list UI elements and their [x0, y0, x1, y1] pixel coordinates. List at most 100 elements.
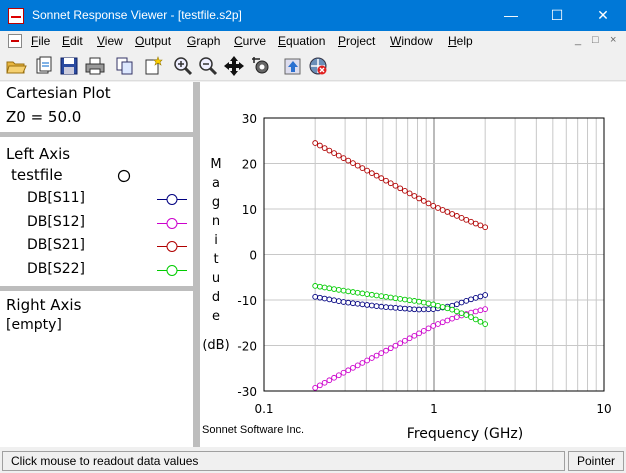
- data-point: [392, 295, 399, 302]
- menu-curve[interactable]: Curve: [234, 34, 266, 48]
- mdi-restore-button[interactable]: □: [592, 34, 599, 46]
- y-axis-label-letter: e: [212, 309, 220, 324]
- curve-label-s22[interactable]: DB[S22]: [27, 261, 85, 277]
- data-point: [449, 211, 455, 217]
- print-icon[interactable]: [84, 55, 106, 77]
- data-point: [397, 296, 404, 302]
- data-point: [354, 300, 361, 307]
- data-point: [444, 317, 451, 324]
- data-point: [317, 142, 323, 149]
- response-chart[interactable]: 30 20 10 0 -10 -20 -30 0.1 1 10 Magnitude (dB) Fr…: [200, 82, 626, 447]
- data-point: [321, 145, 328, 151]
- data-point: [350, 160, 356, 166]
- data-point: [472, 316, 479, 323]
- data-point: [453, 213, 460, 219]
- data-point: [416, 306, 422, 313]
- menu-file[interactable]: File: [31, 34, 50, 48]
- y-axis-label-letter: t: [213, 252, 218, 267]
- right-axis-panel: Right Axis [empty]: [0, 291, 193, 447]
- data-point: [383, 304, 389, 310]
- menu-view[interactable]: View: [97, 34, 123, 48]
- data-point: [321, 284, 328, 291]
- data-point: [425, 325, 432, 332]
- data-point: [420, 198, 427, 204]
- data-point: [416, 330, 422, 337]
- data-point: [482, 224, 489, 231]
- new-icon[interactable]: [142, 55, 164, 77]
- curve-label-s12[interactable]: DB[S12]: [27, 214, 85, 230]
- close-button[interactable]: ✕: [580, 0, 626, 31]
- file-marker-icon: [117, 169, 131, 183]
- open-folder-icon[interactable]: [5, 55, 27, 77]
- freeze-icon[interactable]: [307, 55, 329, 77]
- data-point: [345, 157, 352, 164]
- data-point: [449, 315, 455, 322]
- data-point: [387, 304, 394, 311]
- data-point: [482, 292, 489, 298]
- copy-icon[interactable]: [114, 55, 136, 77]
- data-point: [482, 321, 489, 327]
- menu-output[interactable]: Output: [135, 34, 171, 48]
- vertical-splitter[interactable]: [193, 82, 200, 447]
- y-axis-label: Magnitude (dB): [202, 157, 229, 353]
- series-db-s21-: [312, 140, 489, 231]
- settings-icon[interactable]: [250, 55, 272, 77]
- menu-window[interactable]: Window: [390, 34, 433, 48]
- plot-info-panel: Cartesian Plot Z0 = 50.0: [0, 82, 193, 132]
- file-name-label[interactable]: testfile: [11, 166, 63, 184]
- curve-label-s21[interactable]: DB[S21]: [27, 237, 85, 253]
- minimize-button[interactable]: —: [488, 0, 534, 31]
- data-point: [378, 303, 385, 310]
- data-point: [331, 374, 337, 381]
- y-axis-label-letter: u: [212, 271, 220, 286]
- data-point: [373, 292, 380, 299]
- document-icon[interactable]: [8, 34, 22, 48]
- up-icon[interactable]: [282, 55, 304, 77]
- menu-graph[interactable]: Graph: [187, 34, 220, 48]
- plot-area[interactable]: 30 20 10 0 -10 -20 -30 0.1 1 10 Ma g n i t u d e (dB) Fr…: [200, 82, 626, 447]
- y-tick-labels: 30 20 10 0 -10 -20 -30: [237, 112, 257, 399]
- mdi-minimize-button[interactable]: _: [575, 34, 581, 46]
- data-point: [387, 294, 394, 301]
- maximize-button[interactable]: ☐: [534, 0, 580, 31]
- data-point: [477, 307, 484, 314]
- legend-marker-s12: [157, 218, 187, 229]
- zoom-out-icon[interactable]: [197, 55, 219, 77]
- pan-icon[interactable]: [223, 55, 245, 77]
- zoom-in-icon[interactable]: [172, 55, 194, 77]
- data-point: [345, 288, 352, 295]
- menu-project[interactable]: Project: [338, 34, 375, 48]
- data-point: [326, 377, 333, 384]
- data-point: [468, 314, 474, 320]
- y-tick-label: -20: [237, 340, 257, 354]
- data-point: [477, 293, 484, 300]
- credit-label: Sonnet Software Inc.: [202, 424, 304, 436]
- data-point: [340, 299, 347, 305]
- data-point: [425, 300, 432, 307]
- data-point: [331, 150, 337, 156]
- menu-edit[interactable]: Edit: [62, 34, 83, 48]
- data-point: [435, 205, 441, 211]
- menu-help[interactable]: Help: [448, 34, 473, 48]
- menu-equation[interactable]: Equation: [278, 34, 325, 48]
- y-axis-label-letter: g: [212, 195, 220, 210]
- legend-marker-s21: [157, 241, 187, 252]
- y-tick-label: 10: [242, 203, 257, 217]
- data-point: [430, 301, 437, 308]
- data-point: [350, 364, 356, 371]
- data-point: [335, 286, 342, 293]
- data-point: [477, 222, 484, 229]
- menu-bar: File Edit View Output Graph Curve Equati…: [0, 31, 626, 51]
- mdi-close-button[interactable]: ×: [610, 34, 616, 46]
- data-point: [312, 384, 319, 391]
- series-db-s12-: [312, 306, 489, 391]
- data-point: [468, 296, 474, 303]
- x-tick-labels: 0.1 1 10: [254, 402, 611, 416]
- left-axis-panel: Left Axis testfile DB[S11] DB[S12] DB[S2…: [0, 137, 193, 286]
- save-icon[interactable]: [58, 55, 80, 77]
- curve-label-s11[interactable]: DB[S11]: [27, 190, 85, 206]
- y-tick-label: -10: [237, 294, 257, 308]
- open-file-icon[interactable]: [33, 55, 55, 77]
- data-point: [472, 220, 479, 227]
- data-point: [312, 140, 319, 146]
